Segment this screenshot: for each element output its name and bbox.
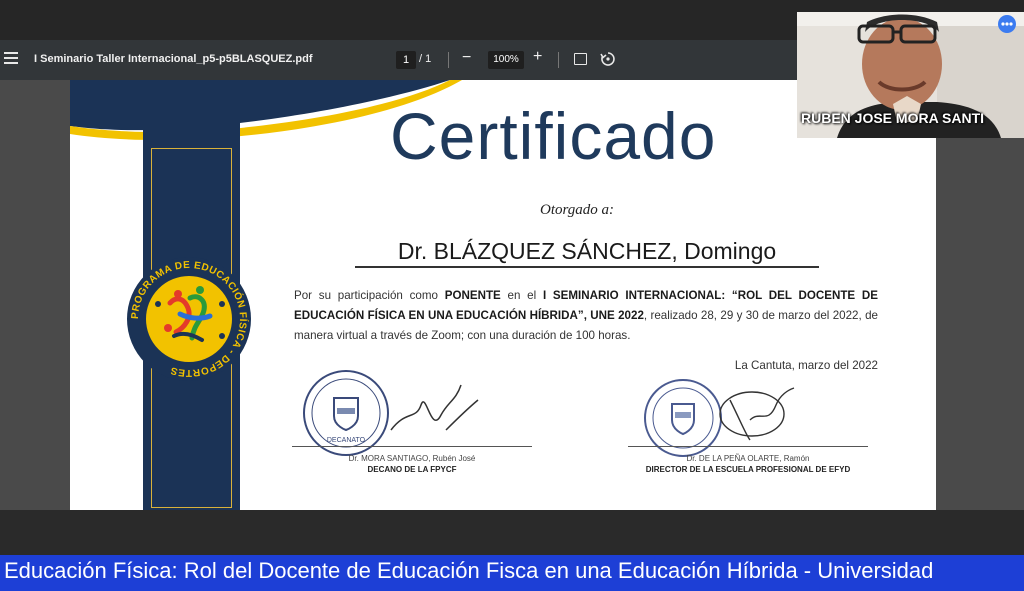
page-total: / 1	[419, 53, 432, 65]
dean-name: Dr. MORA SANTIAGO, Rubén José	[348, 454, 476, 463]
zoom-out-button[interactable]: −	[462, 49, 471, 67]
dean-seal: DECANATO	[303, 370, 389, 456]
document-title: I Seminario Taller Internacional_p5-p5BL…	[34, 53, 313, 65]
body-mid: en el	[500, 289, 543, 302]
screen: I Seminario Taller Internacional_p5-p5BL…	[0, 0, 1024, 591]
awarded-to-label: Otorgado a:	[540, 202, 615, 218]
certificate-page: PROGRAMA DE EDUCACIÓN FÍSICA - DEPORTES …	[70, 80, 936, 510]
director-title: DIRECTOR DE LA ESCUELA PROFESIONAL DE EF…	[645, 465, 851, 474]
dean-seal-text: DECANATO	[327, 437, 366, 444]
ticker-banner: Educación Física: Rol del Docente de Edu…	[0, 555, 1024, 591]
participant-name: RUBEN JOSE MORA SANTI	[801, 110, 985, 126]
director-signature-line	[628, 446, 868, 447]
dean-title: DECANO DE LA FPYCF	[367, 465, 457, 474]
ticker-text: Educación Física: Rol del Docente de Edu…	[4, 558, 934, 583]
zoom-level-input[interactable]: 100%	[488, 51, 524, 69]
rotate-icon[interactable]	[600, 51, 616, 67]
toolbar-divider	[448, 52, 449, 68]
fit-to-page-icon[interactable]	[574, 53, 587, 65]
recipient-name: Dr. BLÁZQUEZ SÁNCHEZ, Domingo	[397, 238, 777, 264]
document-viewport[interactable]: PROGRAMA DE EDUCACIÓN FÍSICA - DEPORTES …	[0, 80, 1024, 520]
participant-video[interactable]: RUBEN JOSE MORA SANTI	[797, 12, 1024, 138]
dean-signature-line	[292, 446, 532, 447]
zoom-in-button[interactable]: +	[533, 48, 542, 66]
certificate-body: Por su participación como PONENTE en el …	[294, 286, 878, 346]
director-signature	[719, 387, 795, 441]
place-date: La Cantuta, marzo del 2022	[734, 359, 878, 372]
page-number-input[interactable]: 1	[396, 51, 416, 69]
bottom-strip	[0, 510, 1024, 555]
certificate-title: Certificado	[390, 99, 717, 173]
body-intro: Por su participación como	[294, 289, 445, 302]
program-logo: PROGRAMA DE EDUCACIÓN FÍSICA - DEPORTES	[127, 257, 251, 381]
director-name: Dr. DE LA PEÑA OLARTE, Ramón	[686, 454, 810, 463]
recipient-underline	[355, 266, 819, 268]
toolbar-divider	[558, 52, 559, 68]
menu-icon[interactable]	[4, 52, 18, 66]
body-role: PONENTE	[444, 289, 501, 302]
dean-signature	[390, 384, 479, 431]
